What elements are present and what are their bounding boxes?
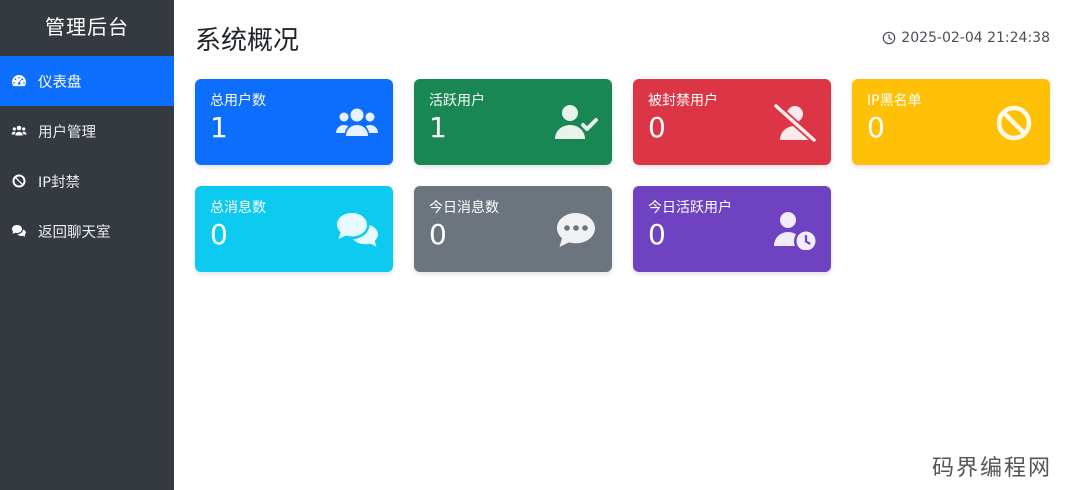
current-datetime: 2025-02-04 21:24:38 [882, 30, 1050, 46]
sidebar-item-users[interactable]: 用户管理 [0, 106, 174, 156]
users-icon [10, 122, 28, 140]
ban-icon [10, 172, 28, 190]
ban-icon [992, 103, 1036, 143]
stat-card-total-users: 总用户数 1 [195, 79, 393, 165]
sidebar-nav: 仪表盘 用户管理 IP封禁 返回聊天室 [0, 56, 174, 256]
stat-card-ip-blacklist: IP黑名单 0 [852, 79, 1050, 165]
main-content: 系统概况 2025-02-04 21:24:38 总用户数 1 活跃用户 1 被… [174, 0, 1066, 490]
sidebar-title: 管理后台 [45, 14, 129, 39]
clock-icon [882, 31, 896, 45]
users-icon [335, 103, 379, 143]
stats-cards: 总用户数 1 活跃用户 1 被封禁用户 0 IP黑名单 0 总消息数 0 今日消… [195, 79, 1050, 272]
sidebar: 管理后台 仪表盘 用户管理 IP封禁 返回聊天室 [0, 0, 174, 490]
sidebar-item-ip-ban[interactable]: IP封禁 [0, 156, 174, 206]
chat-icon [10, 222, 28, 240]
stat-card-today-active-users: 今日活跃用户 0 [633, 186, 831, 272]
datetime-text: 2025-02-04 21:24:38 [901, 30, 1050, 46]
sidebar-item-label: 用户管理 [38, 124, 96, 141]
user-slash-icon [773, 103, 817, 143]
stat-card-today-messages: 今日消息数 0 [414, 186, 612, 272]
user-clock-icon [773, 210, 817, 250]
sidebar-item-back-to-chat[interactable]: 返回聊天室 [0, 206, 174, 256]
sidebar-item-label: IP封禁 [38, 174, 81, 191]
watermark: 码界编程网 [931, 456, 1052, 481]
stat-card-active-users: 活跃用户 1 [414, 79, 612, 165]
sidebar-item-dashboard[interactable]: 仪表盘 [0, 56, 174, 106]
stat-card-banned-users: 被封禁用户 0 [633, 79, 831, 165]
stat-card-total-messages: 总消息数 0 [195, 186, 393, 272]
app-window: 管理后台 仪表盘 用户管理 IP封禁 返回聊天室 系统概况 2025-02-04… [0, 0, 1066, 490]
sidebar-item-label: 仪表盘 [38, 74, 82, 91]
comment-dots-icon [554, 210, 598, 250]
user-check-icon [554, 103, 598, 143]
dashboard-icon [10, 72, 28, 90]
comments-icon [335, 210, 379, 250]
sidebar-item-label: 返回聊天室 [38, 224, 111, 241]
page-header: 系统概况 2025-02-04 21:24:38 [195, 0, 1050, 76]
page-title: 系统概况 [195, 25, 300, 56]
